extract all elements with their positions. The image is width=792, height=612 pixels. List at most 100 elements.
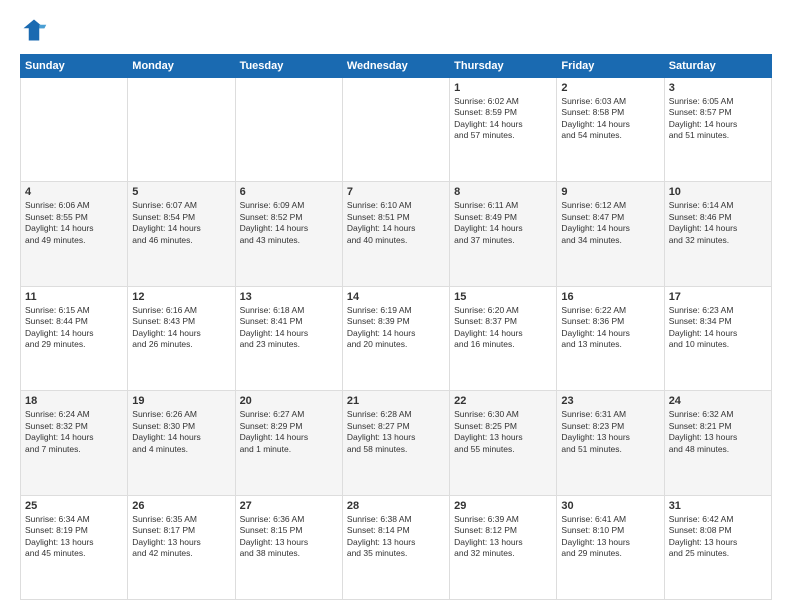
logo-icon bbox=[20, 16, 48, 44]
day-info: Sunrise: 6:07 AM Sunset: 8:54 PM Dayligh… bbox=[132, 200, 230, 246]
day-number: 9 bbox=[561, 186, 659, 198]
day-number: 12 bbox=[132, 291, 230, 303]
page: SundayMondayTuesdayWednesdayThursdayFrid… bbox=[0, 0, 792, 612]
day-info: Sunrise: 6:30 AM Sunset: 8:25 PM Dayligh… bbox=[454, 409, 552, 455]
calendar-cell bbox=[21, 78, 128, 182]
day-info: Sunrise: 6:11 AM Sunset: 8:49 PM Dayligh… bbox=[454, 200, 552, 246]
day-number: 2 bbox=[561, 82, 659, 94]
day-number: 31 bbox=[669, 500, 767, 512]
day-info: Sunrise: 6:22 AM Sunset: 8:36 PM Dayligh… bbox=[561, 305, 659, 351]
day-info: Sunrise: 6:10 AM Sunset: 8:51 PM Dayligh… bbox=[347, 200, 445, 246]
day-number: 17 bbox=[669, 291, 767, 303]
calendar-week-4: 18 Sunrise: 6:24 AM Sunset: 8:32 PM Dayli… bbox=[21, 391, 772, 495]
weekday-header-wednesday: Wednesday bbox=[342, 55, 449, 78]
day-info: Sunrise: 6:31 AM Sunset: 8:23 PM Dayligh… bbox=[561, 409, 659, 455]
day-info: Sunrise: 6:19 AM Sunset: 8:39 PM Dayligh… bbox=[347, 305, 445, 351]
day-number: 13 bbox=[240, 291, 338, 303]
calendar-cell: 1 Sunrise: 6:02 AM Sunset: 8:59 PM Daylig… bbox=[450, 78, 557, 182]
day-number: 10 bbox=[669, 186, 767, 198]
weekday-header-saturday: Saturday bbox=[664, 55, 771, 78]
calendar-cell: 8Sunrise: 6:11 AM Sunset: 8:49 PM Daylig… bbox=[450, 182, 557, 286]
day-number: 21 bbox=[347, 395, 445, 407]
calendar-cell: 23 Sunrise: 6:31 AM Sunset: 8:23 PM Dayli… bbox=[557, 391, 664, 495]
calendar-cell: 5 Sunrise: 6:07 AM Sunset: 8:54 PM Daylig… bbox=[128, 182, 235, 286]
day-info: Sunrise: 6:14 AM Sunset: 8:46 PM Dayligh… bbox=[669, 200, 767, 246]
day-number: 6 bbox=[240, 186, 338, 198]
day-info: Sunrise: 6:09 AM Sunset: 8:52 PM Dayligh… bbox=[240, 200, 338, 246]
calendar-cell: 21 Sunrise: 6:28 AM Sunset: 8:27 PM Dayli… bbox=[342, 391, 449, 495]
calendar-cell: 11 Sunrise: 6:15 AM Sunset: 8:44 PM Dayli… bbox=[21, 286, 128, 390]
day-number: 3 bbox=[669, 82, 767, 94]
calendar-header: SundayMondayTuesdayWednesdayThursdayFrid… bbox=[21, 55, 772, 78]
day-info: Sunrise: 6:24 AM Sunset: 8:32 PM Dayligh… bbox=[25, 409, 123, 455]
day-info: Sunrise: 6:32 AM Sunset: 8:21 PM Dayligh… bbox=[669, 409, 767, 455]
calendar-cell: 19 Sunrise: 6:26 AM Sunset: 8:30 PM Dayli… bbox=[128, 391, 235, 495]
calendar-week-5: 25 Sunrise: 6:34 AM Sunset: 8:19 PM Dayli… bbox=[21, 495, 772, 599]
calendar-cell: 27 Sunrise: 6:36 AM Sunset: 8:15 PM Dayli… bbox=[235, 495, 342, 599]
day-number: 14 bbox=[347, 291, 445, 303]
day-number: 4 bbox=[25, 186, 123, 198]
day-info: Sunrise: 6:18 AM Sunset: 8:41 PM Dayligh… bbox=[240, 305, 338, 351]
day-info: Sunrise: 6:15 AM Sunset: 8:44 PM Dayligh… bbox=[25, 305, 123, 351]
day-number: 30 bbox=[561, 500, 659, 512]
day-info: Sunrise: 6:26 AM Sunset: 8:30 PM Dayligh… bbox=[132, 409, 230, 455]
day-info: Sunrise: 6:05 AM Sunset: 8:57 PM Dayligh… bbox=[669, 96, 767, 142]
calendar-cell: 3 Sunrise: 6:05 AM Sunset: 8:57 PM Daylig… bbox=[664, 78, 771, 182]
calendar-cell: 10 Sunrise: 6:14 AM Sunset: 8:46 PM Dayli… bbox=[664, 182, 771, 286]
weekday-header-tuesday: Tuesday bbox=[235, 55, 342, 78]
calendar-cell: 25 Sunrise: 6:34 AM Sunset: 8:19 PM Dayli… bbox=[21, 495, 128, 599]
day-info: Sunrise: 6:20 AM Sunset: 8:37 PM Dayligh… bbox=[454, 305, 552, 351]
day-number: 15 bbox=[454, 291, 552, 303]
calendar-cell: 9Sunrise: 6:12 AM Sunset: 8:47 PM Daylig… bbox=[557, 182, 664, 286]
day-number: 27 bbox=[240, 500, 338, 512]
day-info: Sunrise: 6:36 AM Sunset: 8:15 PM Dayligh… bbox=[240, 514, 338, 560]
day-number: 11 bbox=[25, 291, 123, 303]
weekday-header-monday: Monday bbox=[128, 55, 235, 78]
calendar-cell: 6 Sunrise: 6:09 AM Sunset: 8:52 PM Daylig… bbox=[235, 182, 342, 286]
calendar-cell: 29 Sunrise: 6:39 AM Sunset: 8:12 PM Dayli… bbox=[450, 495, 557, 599]
calendar-cell: 20Sunrise: 6:27 AM Sunset: 8:29 PM Dayli… bbox=[235, 391, 342, 495]
day-info: Sunrise: 6:42 AM Sunset: 8:08 PM Dayligh… bbox=[669, 514, 767, 560]
day-number: 5 bbox=[132, 186, 230, 198]
day-info: Sunrise: 6:28 AM Sunset: 8:27 PM Dayligh… bbox=[347, 409, 445, 455]
day-number: 7 bbox=[347, 186, 445, 198]
calendar-week-1: 1 Sunrise: 6:02 AM Sunset: 8:59 PM Daylig… bbox=[21, 78, 772, 182]
calendar-cell: 14 Sunrise: 6:19 AM Sunset: 8:39 PM Dayli… bbox=[342, 286, 449, 390]
calendar-cell: 24 Sunrise: 6:32 AM Sunset: 8:21 PM Dayli… bbox=[664, 391, 771, 495]
calendar-cell: 28 Sunrise: 6:38 AM Sunset: 8:14 PM Dayli… bbox=[342, 495, 449, 599]
day-number: 18 bbox=[25, 395, 123, 407]
day-number: 19 bbox=[132, 395, 230, 407]
day-number: 28 bbox=[347, 500, 445, 512]
logo bbox=[20, 16, 52, 44]
weekday-header-thursday: Thursday bbox=[450, 55, 557, 78]
calendar-cell: 17 Sunrise: 6:23 AM Sunset: 8:34 PM Dayli… bbox=[664, 286, 771, 390]
day-number: 26 bbox=[132, 500, 230, 512]
header bbox=[20, 16, 772, 44]
weekday-header-row: SundayMondayTuesdayWednesdayThursdayFrid… bbox=[21, 55, 772, 78]
calendar-cell bbox=[235, 78, 342, 182]
calendar-cell: 16Sunrise: 6:22 AM Sunset: 8:36 PM Dayli… bbox=[557, 286, 664, 390]
calendar-cell: 13 Sunrise: 6:18 AM Sunset: 8:41 PM Dayli… bbox=[235, 286, 342, 390]
calendar-cell bbox=[128, 78, 235, 182]
calendar-body: 1 Sunrise: 6:02 AM Sunset: 8:59 PM Daylig… bbox=[21, 78, 772, 600]
weekday-header-friday: Friday bbox=[557, 55, 664, 78]
calendar-cell: 15 Sunrise: 6:20 AM Sunset: 8:37 PM Dayli… bbox=[450, 286, 557, 390]
day-info: Sunrise: 6:34 AM Sunset: 8:19 PM Dayligh… bbox=[25, 514, 123, 560]
day-number: 23 bbox=[561, 395, 659, 407]
calendar-cell: 22Sunrise: 6:30 AM Sunset: 8:25 PM Dayli… bbox=[450, 391, 557, 495]
day-info: Sunrise: 6:02 AM Sunset: 8:59 PM Dayligh… bbox=[454, 96, 552, 142]
day-info: Sunrise: 6:06 AM Sunset: 8:55 PM Dayligh… bbox=[25, 200, 123, 246]
calendar-cell: 30Sunrise: 6:41 AM Sunset: 8:10 PM Dayli… bbox=[557, 495, 664, 599]
calendar-cell: 18 Sunrise: 6:24 AM Sunset: 8:32 PM Dayli… bbox=[21, 391, 128, 495]
day-info: Sunrise: 6:39 AM Sunset: 8:12 PM Dayligh… bbox=[454, 514, 552, 560]
calendar-week-3: 11 Sunrise: 6:15 AM Sunset: 8:44 PM Dayli… bbox=[21, 286, 772, 390]
weekday-header-sunday: Sunday bbox=[21, 55, 128, 78]
day-number: 29 bbox=[454, 500, 552, 512]
day-number: 1 bbox=[454, 82, 552, 94]
day-number: 25 bbox=[25, 500, 123, 512]
day-info: Sunrise: 6:23 AM Sunset: 8:34 PM Dayligh… bbox=[669, 305, 767, 351]
day-info: Sunrise: 6:38 AM Sunset: 8:14 PM Dayligh… bbox=[347, 514, 445, 560]
calendar-table: SundayMondayTuesdayWednesdayThursdayFrid… bbox=[20, 54, 772, 600]
calendar-cell bbox=[342, 78, 449, 182]
day-number: 24 bbox=[669, 395, 767, 407]
